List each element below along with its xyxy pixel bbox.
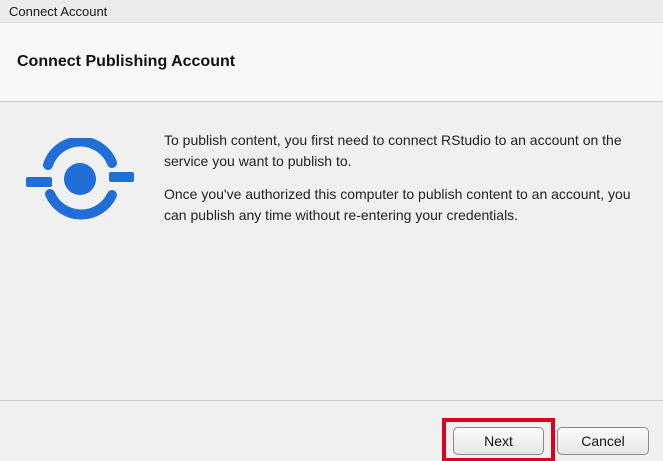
next-button[interactable]: Next [453,427,544,455]
window-title: Connect Account [9,4,108,19]
publish-connect-icon [24,136,136,220]
dialog-header: Connect Publishing Account [0,23,663,102]
connect-account-dialog: Connect Account Connect Publishing Accou… [0,0,663,461]
dialog-message: To publish content, you first need to co… [164,130,648,226]
dialog-footer: Next Cancel [0,400,663,461]
intro-paragraph: To publish content, you first need to co… [164,132,622,169]
cancel-button[interactable]: Cancel [557,427,649,455]
title-bar: Connect Account [0,0,663,23]
authorization-paragraph: Once you've authorized this computer to … [164,186,631,223]
dialog-content: To publish content, you first need to co… [0,102,663,400]
dialog-heading: Connect Publishing Account [17,53,236,70]
